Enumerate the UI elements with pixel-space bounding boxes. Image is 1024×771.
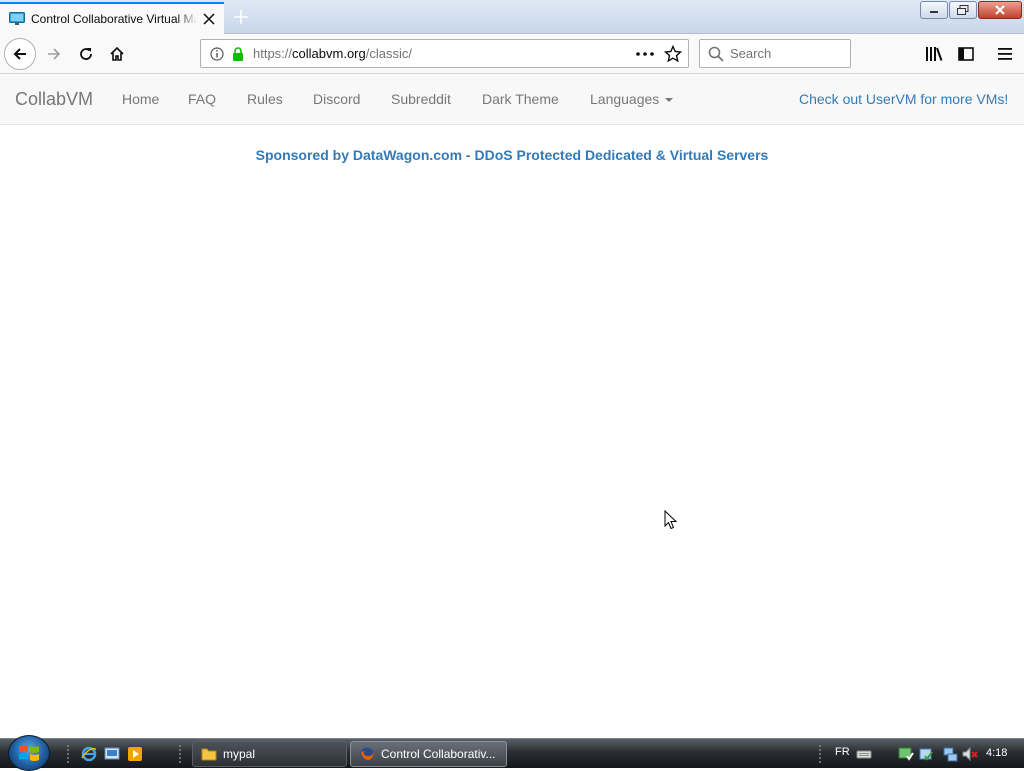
task-label: mypal (223, 747, 256, 761)
close-icon (995, 5, 1005, 15)
nav-link-dark-theme[interactable]: Dark Theme (482, 91, 559, 107)
nav-dropdown-languages[interactable]: Languages (590, 91, 674, 107)
window-controls (920, 1, 1022, 19)
more-dots-icon (636, 52, 654, 56)
sidebar-toggle-button[interactable] (950, 38, 982, 70)
arrow-right-icon (48, 48, 61, 60)
back-button[interactable] (4, 38, 36, 70)
task-label: Control Collaborativ... (381, 747, 496, 761)
network-icon[interactable] (942, 746, 958, 762)
home-icon (110, 46, 124, 61)
taskbar-grip[interactable] (178, 744, 182, 764)
language-indicator[interactable]: FR (835, 746, 850, 758)
plus-icon (234, 10, 248, 24)
internet-explorer-icon[interactable] (81, 746, 97, 762)
start-button[interactable] (8, 735, 50, 771)
tab-title: Control Collaborative Virtual Machines (31, 12, 197, 26)
browser-tab[interactable]: Control Collaborative Virtual Machines (0, 2, 224, 34)
taskbar-button-browser[interactable]: Control Collaborativ... (350, 741, 507, 767)
site-brand[interactable]: CollabVM (15, 89, 93, 110)
windows-logo-icon (19, 745, 39, 761)
search-input[interactable] (730, 46, 840, 61)
taskbar-button-mypal[interactable]: mypal (192, 741, 347, 767)
monitor-favicon-icon (9, 12, 25, 25)
new-tab-button[interactable] (230, 6, 252, 28)
forward-button[interactable] (38, 38, 70, 70)
hamburger-menu-icon (998, 48, 1012, 60)
restore-icon (957, 5, 969, 15)
taskbar: mypal Control Collaborativ... FR 4:18 (0, 735, 1024, 771)
search-icon (708, 46, 724, 62)
url-host: collabvm.org (292, 46, 366, 61)
nav-link-subreddit[interactable]: Subreddit (391, 91, 451, 107)
security-check-icon[interactable] (918, 746, 934, 762)
sponsor-link[interactable]: Sponsored by DataWagon.com - DDoS Protec… (0, 147, 1024, 163)
taskbar-grip[interactable] (66, 744, 70, 764)
tab-strip: Control Collaborative Virtual Machines (0, 0, 1024, 34)
page-actions-button[interactable] (636, 46, 654, 62)
lock-icon (233, 46, 243, 61)
url-text[interactable]: https://collabvm.org/classic/ (253, 46, 412, 61)
site-navbar: CollabVM Home FAQ Rules Discord Subreddi… (0, 74, 1024, 125)
home-button[interactable] (101, 38, 133, 70)
url-path: /classic/ (365, 46, 412, 61)
open-menu-button[interactable] (989, 38, 1021, 70)
clock[interactable]: 4:18 (986, 747, 1007, 759)
url-scheme: https:// (253, 46, 293, 61)
nav-link-faq[interactable]: FAQ (188, 91, 216, 107)
folder-icon (201, 748, 217, 761)
taskbar-grip[interactable] (818, 744, 822, 764)
minimize-icon (930, 11, 938, 13)
arrow-left-icon (13, 48, 26, 60)
nav-link-home[interactable]: Home (122, 91, 159, 107)
url-bar[interactable]: https://collabvm.org/classic/ (200, 39, 689, 68)
media-player-icon[interactable] (127, 746, 143, 762)
action-center-icon[interactable] (898, 746, 914, 762)
sidebar-icon (958, 47, 974, 61)
minimize-button[interactable] (920, 1, 948, 19)
navigation-toolbar: https://collabvm.org/classic/ (0, 34, 1024, 74)
show-desktop-icon[interactable] (104, 746, 120, 762)
library-button[interactable] (918, 38, 950, 70)
nav-link-discord[interactable]: Discord (313, 91, 360, 107)
languages-label: Languages (590, 91, 660, 107)
nav-link-rules[interactable]: Rules (247, 91, 283, 107)
mouse-cursor-icon (664, 510, 677, 530)
firefox-icon (360, 747, 374, 761)
bookmark-star-icon[interactable] (664, 45, 682, 63)
restore-button[interactable] (949, 1, 977, 19)
caret-down-icon (665, 98, 674, 103)
reload-icon (80, 48, 92, 60)
reload-button[interactable] (70, 38, 102, 70)
close-window-button[interactable] (978, 1, 1022, 19)
keyboard-icon[interactable] (856, 746, 872, 762)
volume-muted-icon[interactable] (962, 746, 978, 762)
search-bar[interactable] (699, 39, 851, 68)
uservm-link[interactable]: Check out UserVM for more VMs! (799, 91, 1008, 107)
library-icon (926, 47, 943, 61)
info-icon[interactable] (210, 46, 224, 61)
tab-close-icon[interactable] (203, 13, 215, 25)
